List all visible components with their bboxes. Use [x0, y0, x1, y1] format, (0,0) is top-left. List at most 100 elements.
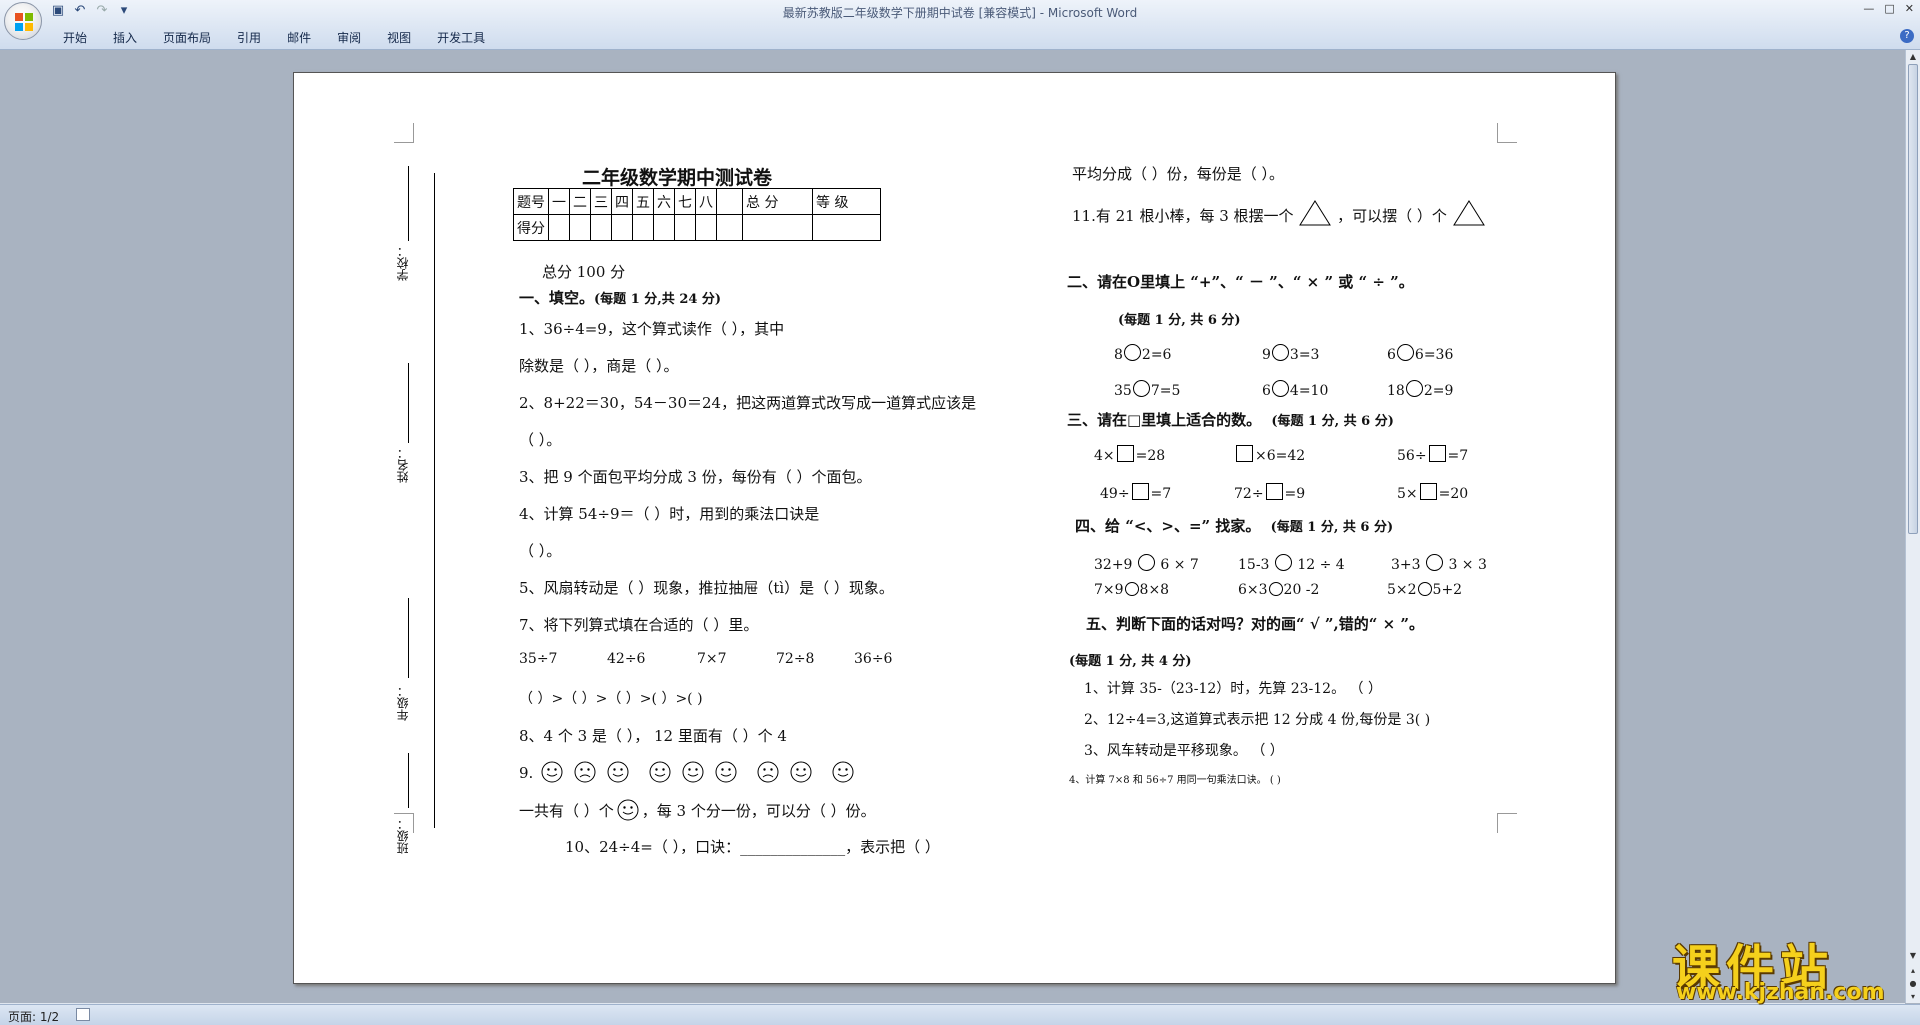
vertical-scrollbar[interactable]: ▲ ▼ ▴ ● ▾	[1905, 50, 1920, 1003]
question-4-cont: （ ）。	[519, 542, 562, 560]
compare-item: 15-3 12 ÷ 4	[1238, 554, 1345, 573]
question-9-text-a: 一共有（ ）个	[519, 802, 614, 820]
table-cell[interactable]	[812, 214, 881, 241]
table-cell[interactable]	[611, 214, 633, 241]
tab-insert[interactable]: 插入	[100, 29, 150, 46]
table-cell[interactable]	[695, 214, 717, 241]
watermark-url: www.kjzhan.com	[1676, 980, 1885, 1005]
op-circle[interactable]	[1396, 344, 1414, 361]
prev-page-icon[interactable]: ▴	[1907, 965, 1919, 977]
fill-box[interactable]	[1131, 483, 1149, 500]
compare-right: 6 × 7	[1160, 557, 1199, 573]
compare-item: 32+9 6 × 7	[1094, 554, 1199, 573]
op-item: 35 7=5	[1114, 380, 1180, 399]
crop-mark	[1497, 123, 1517, 143]
office-button[interactable]	[4, 2, 42, 40]
compare-circle[interactable]	[1426, 554, 1443, 571]
compare-left: 15-3	[1238, 557, 1270, 573]
compare-circle[interactable]	[1137, 554, 1155, 571]
compare-circle[interactable]	[1268, 582, 1283, 596]
document-page[interactable]: 学校： 姓名： 年级： 班级： 二年级数学期中测试卷 题号 一 二 三 四 五 …	[293, 72, 1616, 984]
help-icon[interactable]: ?	[1900, 29, 1914, 43]
maximize-button[interactable]: □	[1884, 2, 1894, 15]
fill-right: =7	[1447, 448, 1469, 464]
compare-circle[interactable]	[1274, 554, 1292, 571]
smiley-icon	[790, 761, 812, 783]
fill-box[interactable]	[1116, 445, 1134, 462]
table-cell[interactable]	[548, 214, 570, 241]
table-cell[interactable]	[569, 214, 591, 241]
compare-item: 3+3 3 × 3	[1391, 554, 1487, 573]
compare-left: 5×2	[1387, 582, 1417, 598]
tab-home[interactable]: 开始	[50, 29, 100, 46]
grade-label: 年级：	[396, 685, 410, 721]
tab-developer[interactable]: 开发工具	[424, 29, 498, 46]
op-circle[interactable]	[1271, 344, 1289, 361]
op-circle[interactable]	[1123, 344, 1141, 361]
crop-mark	[394, 123, 414, 143]
section-4-title: 四、给 “<、>、=” 找家。	[1075, 517, 1261, 535]
site-watermark: 课件站 www.kjzhan.com	[1672, 928, 1902, 1006]
compare-circle[interactable]	[1417, 582, 1432, 596]
tab-references[interactable]: 引用	[224, 29, 274, 46]
op-circle[interactable]	[1405, 380, 1423, 397]
compare-item: 5×2 5+2	[1387, 582, 1462, 598]
tab-view[interactable]: 视图	[374, 29, 424, 46]
question-11: 11.有 21 根小棒，每 3 根摆一个 ，可以摆（ ）个	[1072, 199, 1486, 227]
close-button[interactable]: ✕	[1905, 2, 1914, 15]
fill-box[interactable]	[1428, 445, 1446, 462]
tab-review[interactable]: 审阅	[324, 29, 374, 46]
next-page-icon[interactable]: ▾	[1907, 991, 1919, 1003]
scroll-up-icon[interactable]: ▲	[1907, 51, 1919, 63]
op-circle[interactable]	[1271, 380, 1289, 397]
select-browse-object-icon[interactable]: ●	[1907, 978, 1919, 990]
judge-item: 1、计算 35-（23-12）时，先算 23-12。 （ ）	[1084, 681, 1382, 697]
judge-item: 3、风车转动是平移现象。 （ ）	[1084, 743, 1284, 759]
table-cell[interactable]	[716, 214, 743, 241]
op-left: 18	[1387, 383, 1405, 399]
compare-right: 5+2	[1432, 582, 1463, 598]
fill-box[interactable]	[1265, 483, 1283, 500]
scroll-down-icon[interactable]: ▼	[1907, 950, 1919, 962]
smiley-icon	[649, 761, 671, 783]
table-cell[interactable]	[742, 214, 813, 241]
table-row: 得分	[513, 214, 881, 241]
compare-circle[interactable]	[1124, 582, 1139, 596]
question-11-text-a: 11.有 21 根小棒，每 3 根摆一个	[1072, 207, 1294, 225]
doc-title: 二年级数学期中测试卷	[582, 167, 773, 189]
frown-icon	[757, 761, 779, 783]
table-cell[interactable]	[632, 214, 654, 241]
question-1: 1、36÷4=9，这个算式读作（ ），其中	[519, 320, 785, 338]
total-score: 总分 100 分	[542, 263, 626, 281]
table-row: 题号 一 二 三 四 五 六 七 八 总 分 等 级	[513, 188, 881, 215]
compare-left: 3+3	[1391, 557, 1421, 573]
page-count[interactable]: 页面: 1/2	[8, 1008, 59, 1025]
fill-right: =7	[1150, 486, 1172, 502]
fill-box[interactable]	[1236, 445, 1253, 462]
fill-box[interactable]	[1419, 483, 1437, 500]
tab-page-layout[interactable]: 页面布局	[150, 29, 224, 46]
op-left: 9	[1262, 347, 1271, 363]
table-cell[interactable]	[590, 214, 612, 241]
table-cell[interactable]	[674, 214, 696, 241]
proofing-icon[interactable]	[76, 1008, 90, 1021]
minimize-button[interactable]: —	[1863, 2, 1874, 15]
scrollbar-thumb[interactable]	[1908, 64, 1918, 534]
status-bar: 页面: 1/2	[0, 1004, 1920, 1025]
section-2-title: 二、请在O里填上 “+”、“ － ”、“ × ” 或 “ ÷ ”。	[1067, 273, 1414, 291]
op-item: 9 3=3	[1262, 344, 1319, 363]
smiley-icon	[607, 761, 629, 783]
question-10: 10、24÷4=（ ），口诀：______________，表示把（ ）	[565, 838, 940, 856]
table-cell[interactable]	[653, 214, 675, 241]
fill-left: 4×	[1094, 448, 1115, 464]
table-cell: 题号	[513, 188, 549, 215]
op-right: 3=3	[1289, 347, 1320, 363]
op-circle[interactable]	[1132, 380, 1150, 397]
section-3-note: (每题 1 分, 共 6 分)	[1271, 414, 1394, 429]
tab-mailings[interactable]: 邮件	[274, 29, 324, 46]
question-9-prefix: 9.	[519, 764, 534, 782]
office-logo-icon	[15, 13, 33, 31]
question-10-cont: 平均分成（ ）份，每份是（ ）。	[1072, 165, 1285, 183]
score-table: 题号 一 二 三 四 五 六 七 八 总 分 等 级 得分	[513, 188, 881, 241]
op-item: 6 4=10	[1262, 380, 1328, 399]
